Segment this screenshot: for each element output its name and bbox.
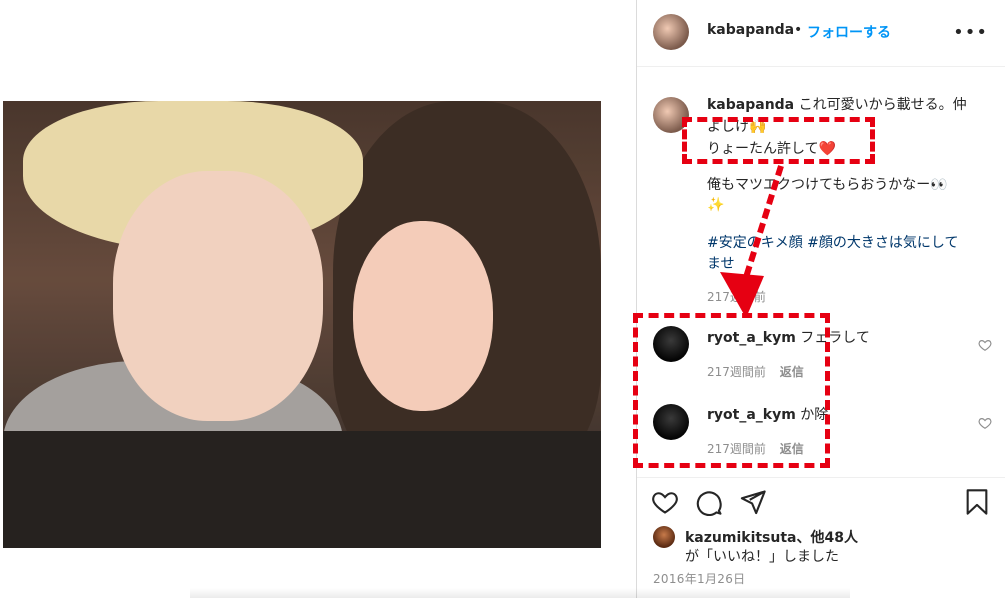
heart-icon[interactable]: [651, 488, 679, 516]
caption-username[interactable]: kabapanda: [707, 97, 794, 113]
photo-area: [0, 0, 636, 598]
photo-tint: [3, 101, 601, 548]
liker-username[interactable]: kazumikitsuta: [685, 530, 797, 546]
annotation-box-caption: [682, 117, 875, 164]
likes-line-1: kazumikitsuta、他48人: [685, 527, 858, 547]
caption-first-line: kabapanda これ可愛いから載せる。仲: [707, 94, 997, 116]
action-bar: kazumikitsuta、他48人 が「いいね！」しました 2016年1月26…: [637, 477, 1005, 599]
caption-hashtags-1[interactable]: #安定のキメ顔 #顔の大きさは気にして: [707, 232, 959, 254]
caption-hashtags-2[interactable]: ませ: [707, 253, 735, 275]
likes-others[interactable]: 、他48人: [797, 530, 858, 546]
share-icon[interactable]: [739, 488, 767, 516]
annotation-box-comments: [633, 313, 830, 468]
caption-text-5: ✨: [707, 197, 725, 213]
post-header: kabapanda • フォローする •••: [637, 0, 1005, 67]
likes-line-2: が「いいね！」しました: [685, 549, 839, 565]
bottom-shadow: [190, 588, 850, 598]
comment-heart-icon[interactable]: [978, 416, 992, 430]
follow-button[interactable]: フォローする: [807, 22, 891, 42]
post-date[interactable]: 2016年1月26日: [653, 570, 745, 587]
avatar[interactable]: [653, 14, 689, 50]
header-username[interactable]: kabapanda: [707, 22, 794, 38]
comment-heart-icon[interactable]: [978, 338, 992, 352]
post-sidebar: kabapanda • フォローする ••• kabapanda これ可愛いから…: [636, 0, 1005, 598]
liker-avatar[interactable]: [653, 526, 675, 548]
post-photo[interactable]: [3, 101, 601, 548]
bookmark-icon[interactable]: [963, 488, 991, 516]
comment-icon[interactable]: [695, 488, 723, 516]
more-icon[interactable]: •••: [953, 22, 988, 43]
header-separator: •: [794, 22, 803, 38]
caption-text-1: これ可愛いから載せる。仲: [798, 97, 967, 113]
caption-time[interactable]: 217週間前: [707, 288, 766, 305]
caption-text-4: 俺もマツエクつけてもらおうかなー👀: [707, 177, 948, 193]
